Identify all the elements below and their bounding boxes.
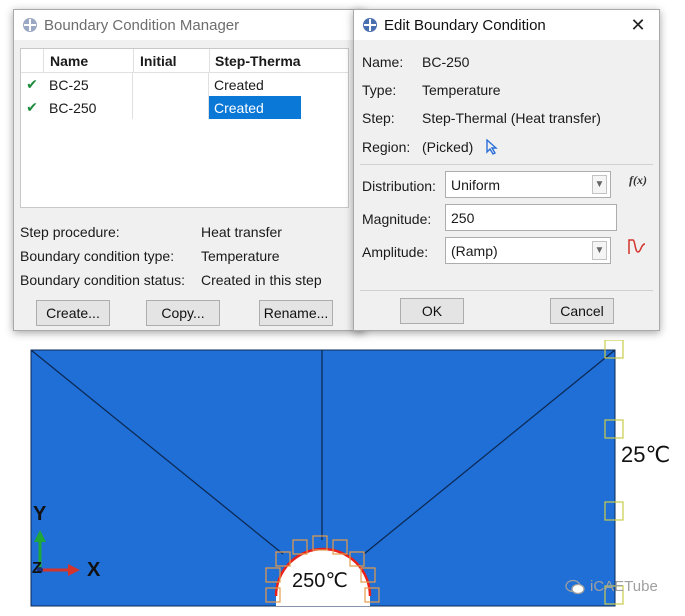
amplitude-curve-icon[interactable] xyxy=(626,237,648,257)
distribution-label: Distribution: xyxy=(362,178,436,194)
name-label: Name: xyxy=(362,54,404,70)
axis-y-label: Y xyxy=(33,503,47,525)
watermark: iCAETube xyxy=(565,578,658,595)
row-step-selected[interactable]: Created xyxy=(209,96,301,119)
region-row: Region: (Picked) xyxy=(362,135,499,159)
table-header: Name Initial Step-Therma xyxy=(21,49,348,73)
name-value: BC-250 xyxy=(422,54,470,70)
chevron-down-icon[interactable]: ▼ xyxy=(592,241,607,260)
step-label: Step: xyxy=(362,110,395,126)
cancel-button[interactable]: Cancel xyxy=(550,298,614,324)
row-step[interactable]: Created xyxy=(209,73,301,96)
procedure-value: Heat transfer xyxy=(201,224,282,240)
create-button[interactable]: Create... xyxy=(36,300,110,326)
chevron-down-icon[interactable]: ▼ xyxy=(592,175,607,194)
type-row: Type: Temperature xyxy=(362,78,501,102)
boundary-condition-manager-window: Boundary Condition Manager Name Initial … xyxy=(13,9,365,331)
rename-button[interactable]: Rename... xyxy=(259,300,333,326)
status-value: Created in this step xyxy=(201,272,322,288)
pick-arrow-icon[interactable] xyxy=(485,139,499,155)
divider xyxy=(360,290,653,291)
region-value: (Picked) xyxy=(422,139,474,155)
wechat-icon xyxy=(565,579,585,594)
row-initial[interactable] xyxy=(133,96,209,119)
abaqus-logo-icon xyxy=(363,18,377,32)
manager-titlebar[interactable]: Boundary Condition Manager xyxy=(14,10,364,40)
amplitude-select[interactable]: (Ramp) ▼ xyxy=(445,237,611,264)
name-row: Name: BC-250 xyxy=(362,50,469,74)
row-initial[interactable] xyxy=(133,73,209,96)
ok-button[interactable]: OK xyxy=(400,298,464,324)
divider xyxy=(360,164,653,165)
amplitude-value: (Ramp) xyxy=(451,242,498,259)
step-row: Step: Step-Thermal (Heat transfer) xyxy=(362,106,601,130)
distribution-value: Uniform xyxy=(451,176,501,193)
row-name[interactable]: BC-25 xyxy=(43,73,133,96)
edit-title: Edit Boundary Condition xyxy=(384,16,546,34)
inner-temperature-label: 250℃ xyxy=(292,570,348,592)
edit-titlebar[interactable]: Edit Boundary Condition ✕ xyxy=(354,10,659,40)
procedure-label: Step procedure: xyxy=(20,224,120,240)
type-value: Temperature xyxy=(201,248,280,264)
row-name[interactable]: BC-250 xyxy=(43,96,133,119)
check-icon: ✔ xyxy=(26,76,38,92)
step-value: Step-Thermal (Heat transfer) xyxy=(422,110,601,126)
outer-temperature-label: 25℃ xyxy=(621,442,671,467)
table-row[interactable]: ✔ BC-250 Created xyxy=(21,96,348,119)
type-value: Temperature xyxy=(422,82,501,98)
manager-title: Boundary Condition Manager xyxy=(44,16,240,34)
type-label: Type: xyxy=(362,82,397,98)
bc-info-panel: Step procedure: Heat transfer Boundary co… xyxy=(20,220,322,292)
table-row[interactable]: ✔ BC-25 Created xyxy=(21,73,348,96)
region-label: Region: xyxy=(362,139,411,155)
header-check-col xyxy=(21,49,44,72)
fx-icon[interactable]: f(x) xyxy=(629,173,647,188)
header-step[interactable]: Step-Therma xyxy=(210,49,302,72)
magnitude-value: 250 xyxy=(451,209,475,226)
header-initial[interactable]: Initial xyxy=(134,49,210,72)
axis-x-label: X xyxy=(87,559,101,581)
check-icon: ✔ xyxy=(26,99,38,115)
edit-boundary-condition-window: Edit Boundary Condition ✕ Name: BC-250 T… xyxy=(353,9,660,331)
magnitude-input[interactable]: 250 xyxy=(445,204,617,231)
hole-gap xyxy=(276,596,370,606)
status-label: Boundary condition status: xyxy=(20,272,185,288)
axis-z-label: Z xyxy=(32,560,42,577)
close-icon[interactable]: ✕ xyxy=(617,10,659,40)
magnitude-label: Magnitude: xyxy=(362,211,432,227)
watermark-text: iCAETube xyxy=(590,578,658,595)
copy-button[interactable]: Copy... xyxy=(146,300,220,326)
amplitude-label: Amplitude: xyxy=(362,244,429,260)
abaqus-logo-icon xyxy=(23,18,37,32)
distribution-select[interactable]: Uniform ▼ xyxy=(445,171,611,198)
boundary-condition-table: Name Initial Step-Therma ✔ BC-25 Created… xyxy=(20,48,349,208)
type-label: Boundary condition type: xyxy=(20,248,175,264)
header-name[interactable]: Name xyxy=(44,49,134,72)
